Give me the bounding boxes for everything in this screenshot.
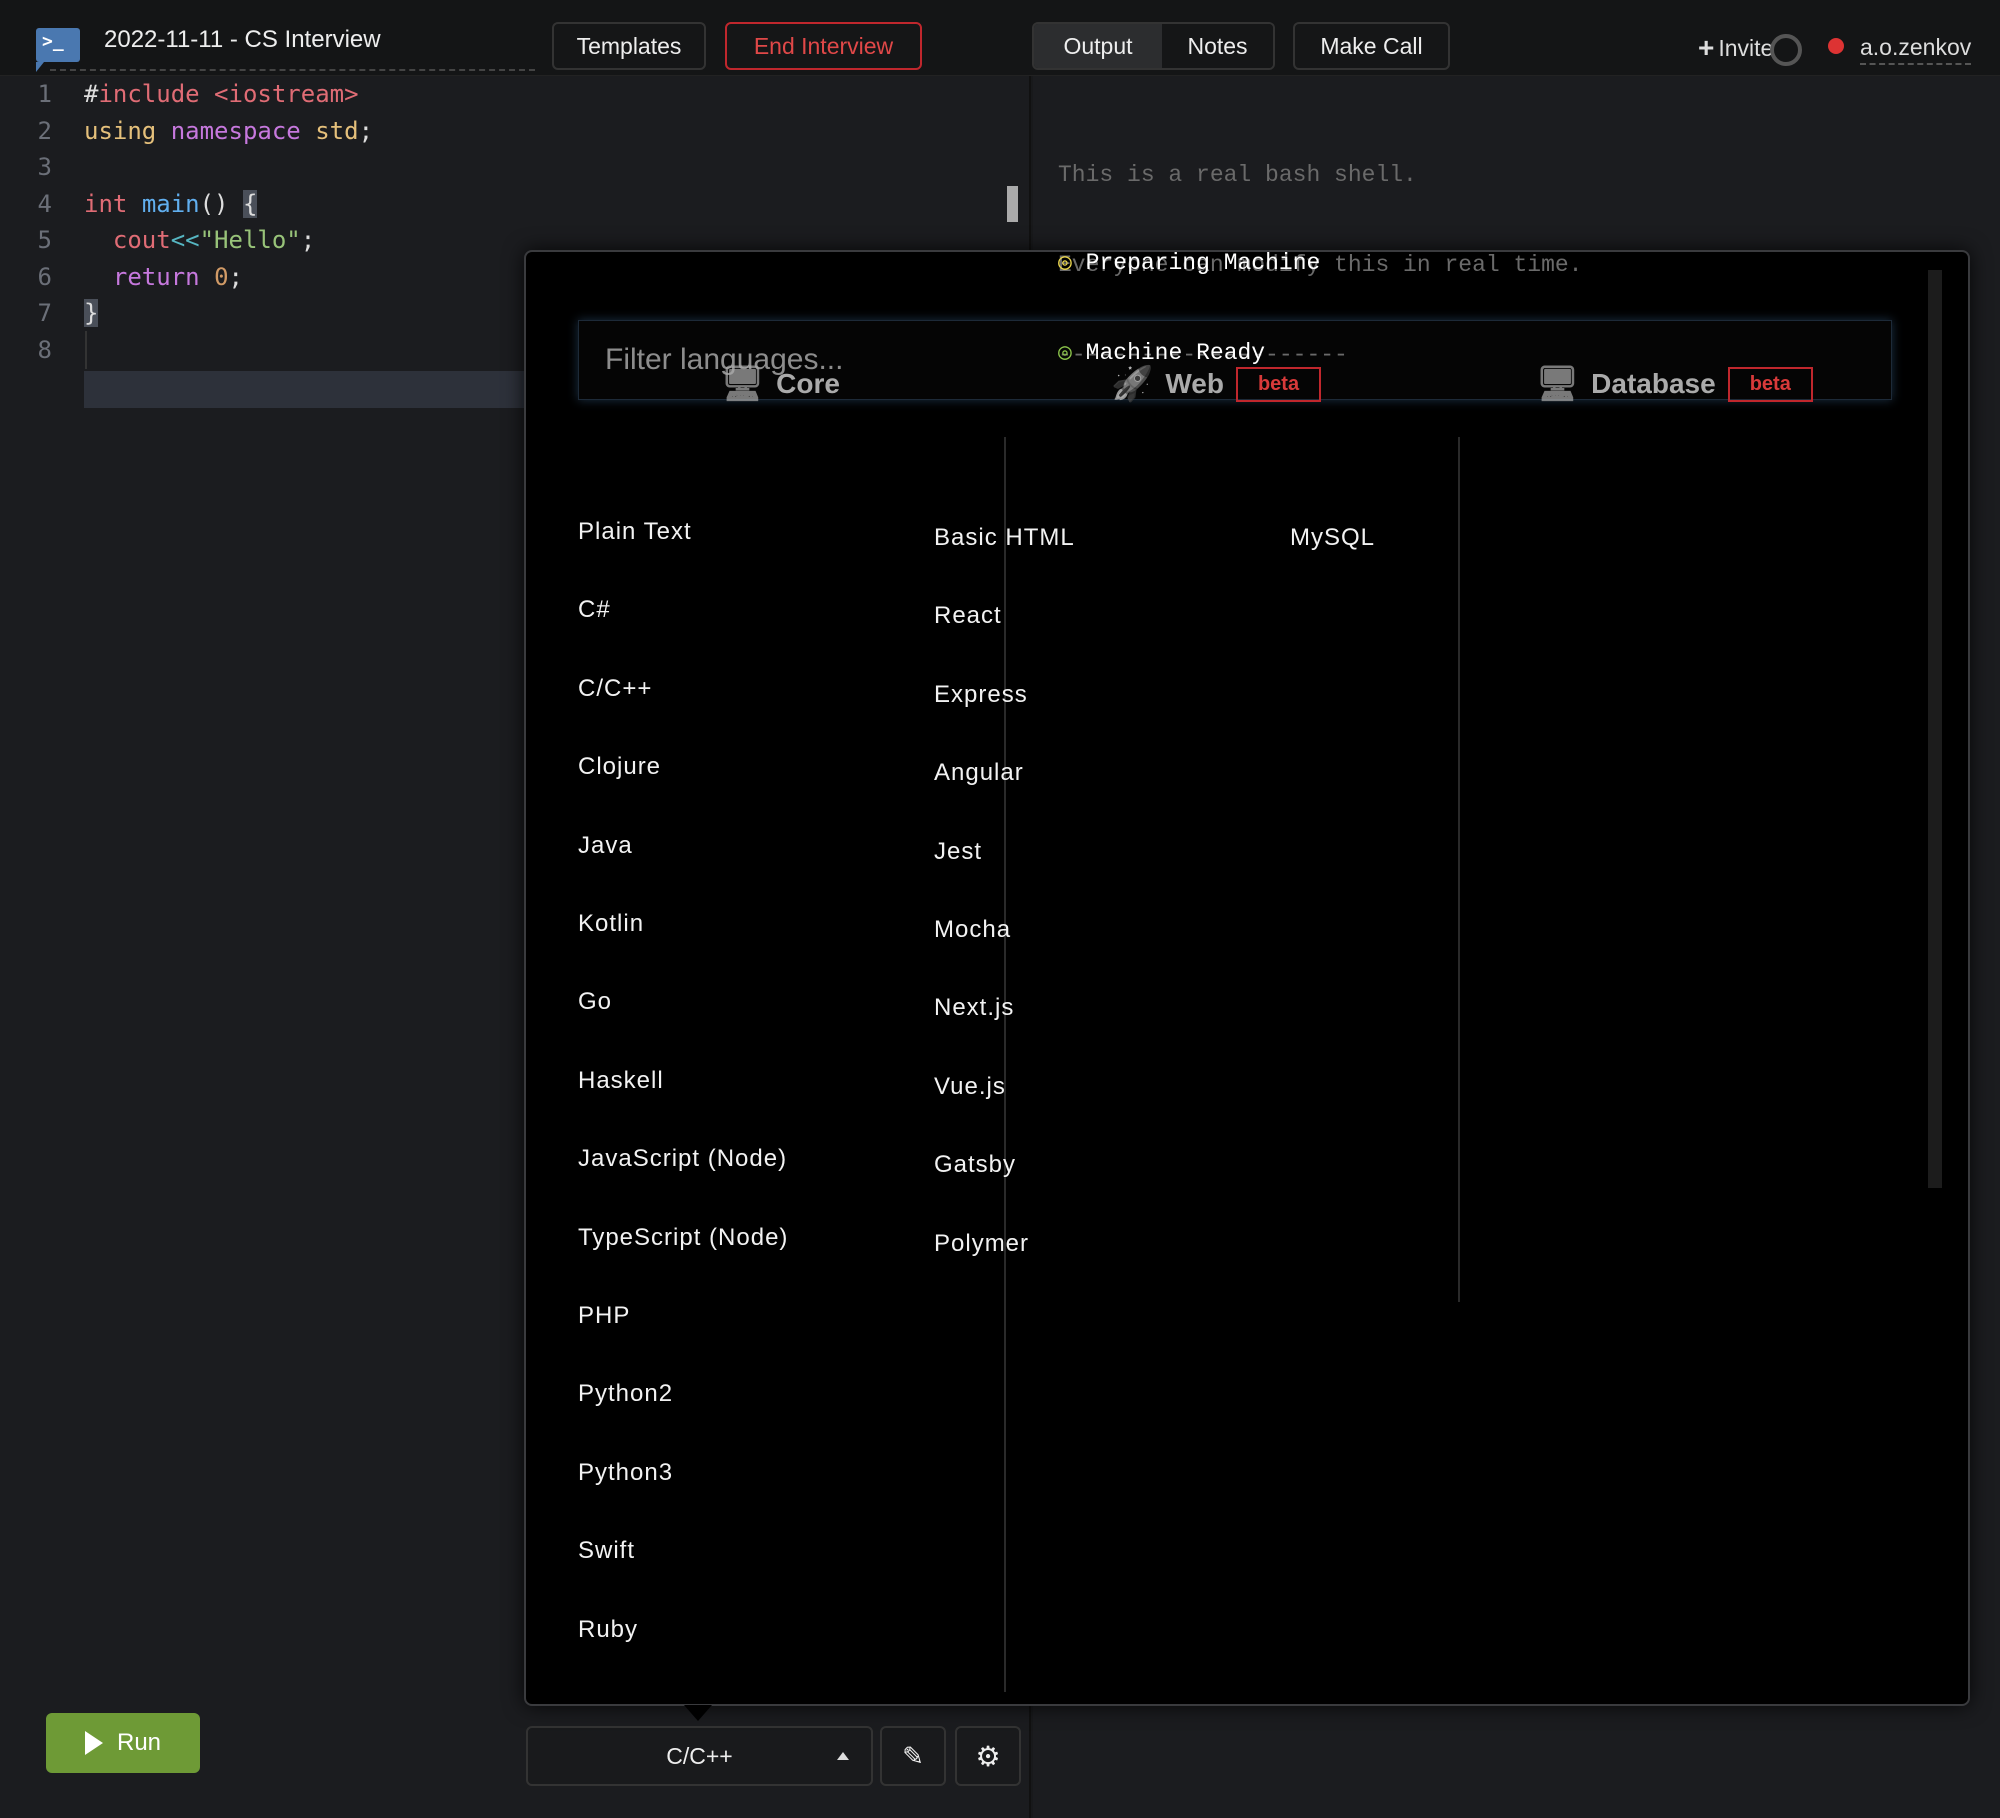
status-text: Preparing Machine xyxy=(1085,250,1321,276)
line-number: 4 xyxy=(37,189,52,218)
username[interactable]: a.o.zenkov xyxy=(1860,34,1972,65)
language-option[interactable]: PHP xyxy=(578,1302,630,1330)
language-option[interactable]: TypeScript (Node) xyxy=(578,1224,788,1252)
indent-guide xyxy=(85,331,87,369)
column-divider xyxy=(1004,437,1006,1692)
pencil-icon: ✎ xyxy=(902,1740,924,1771)
language-option[interactable]: Express xyxy=(934,681,1028,709)
tab-notes[interactable]: Notes xyxy=(1162,24,1273,68)
code-line[interactable]: int main() { xyxy=(84,186,258,223)
popup-pointer xyxy=(684,1705,712,1721)
line-number: 2 xyxy=(37,116,52,145)
edit-button[interactable]: ✎ xyxy=(880,1726,946,1786)
selected-language: C/C++ xyxy=(666,1742,733,1769)
language-option[interactable]: React xyxy=(934,602,1002,630)
column-header-core: 🖥 Core xyxy=(721,364,840,404)
toggle-icon[interactable] xyxy=(1770,34,1802,66)
code-line[interactable]: using namespace std; xyxy=(84,113,373,150)
language-option[interactable]: Ruby xyxy=(578,1616,638,1644)
templates-button[interactable]: Templates xyxy=(552,22,706,70)
recording-dot-icon xyxy=(1828,38,1844,54)
language-option[interactable]: Swift xyxy=(578,1537,635,1565)
run-label: Run xyxy=(116,1729,162,1756)
status-text: Machine Ready xyxy=(1085,340,1266,366)
status-ring-icon: ◎ xyxy=(1058,340,1072,366)
line-number: 1 xyxy=(37,80,52,108)
end-interview-button[interactable]: End Interview xyxy=(725,22,922,70)
language-option[interactable]: Go xyxy=(578,988,612,1016)
status-ring-icon: ◎ xyxy=(1058,250,1072,276)
editor-scrollbar[interactable] xyxy=(1007,186,1018,222)
status-list: ◎ Preparing Machine ◎ Machine Ready xyxy=(1058,188,1320,398)
language-select[interactable]: C/C++ xyxy=(526,1726,873,1786)
intro-line: This is a real bash shell. xyxy=(1058,162,1417,188)
column-divider xyxy=(1458,437,1460,1302)
language-option[interactable]: Java xyxy=(578,832,633,860)
invite-label: Invite xyxy=(1718,34,1774,61)
language-option[interactable]: Python3 xyxy=(578,1459,673,1487)
line-number: 3 xyxy=(37,153,52,181)
language-option[interactable]: C# xyxy=(578,596,611,624)
language-option[interactable]: Polymer xyxy=(934,1230,1029,1258)
language-option[interactable]: Haskell xyxy=(578,1067,664,1095)
line-number: 8 xyxy=(37,335,52,364)
invite-button[interactable]: + Invite xyxy=(1698,32,1773,64)
make-call-button[interactable]: Make Call xyxy=(1293,22,1450,70)
beta-badge: beta xyxy=(1727,366,1813,402)
output-notes-tabs: Output Notes xyxy=(1032,22,1275,70)
language-picker-popup: 🖥 Core Plain Text C# C/C++ Clojure Java Kotlin G… xyxy=(524,250,1970,1706)
active-line-highlight xyxy=(84,371,524,408)
gear-icon: ⚙ xyxy=(975,1740,1001,1772)
plus-icon: + xyxy=(1698,32,1715,63)
language-option[interactable]: Mocha xyxy=(934,916,1011,944)
language-option[interactable]: MySQL xyxy=(1290,524,1375,552)
language-option[interactable]: Python2 xyxy=(578,1380,673,1408)
interview-title[interactable]: 2022-11-11 - CS Interview xyxy=(104,26,381,54)
language-option[interactable]: Vue.js xyxy=(934,1073,1006,1101)
computer-code-gear-icon: 🖥 xyxy=(721,365,765,403)
language-option[interactable]: Basic HTML xyxy=(934,524,1075,552)
popup-scrollbar[interactable] xyxy=(1928,270,1942,1188)
caret-up-icon xyxy=(837,1752,849,1760)
column-title: Core xyxy=(776,368,840,399)
language-option[interactable]: Angular xyxy=(934,759,1024,787)
language-option[interactable]: Next.js xyxy=(934,994,1014,1022)
language-option[interactable]: Plain Text xyxy=(578,518,692,546)
line-number: 7 xyxy=(37,299,52,327)
code-line[interactable]: cout<<"Hello"; xyxy=(84,222,315,259)
terminal-logo-icon: >_ xyxy=(36,28,80,72)
settings-button[interactable]: ⚙ xyxy=(955,1726,1021,1786)
language-option[interactable]: JavaScript (Node) xyxy=(578,1145,787,1173)
code-line[interactable]: #include <iostream> xyxy=(84,76,359,113)
play-icon xyxy=(84,1731,103,1755)
line-number: 6 xyxy=(37,262,52,291)
code-line[interactable]: } xyxy=(84,295,99,332)
column-title: Database xyxy=(1591,368,1716,399)
top-bar: >_ 2022-11-11 - CS Interview Templates E… xyxy=(0,0,2000,76)
code-line[interactable]: return 0; xyxy=(84,259,243,296)
title-underline xyxy=(50,69,535,71)
language-option[interactable]: Jest xyxy=(934,838,982,866)
language-option[interactable]: Kotlin xyxy=(578,910,644,938)
language-option[interactable]: Gatsby xyxy=(934,1151,1016,1179)
tab-output[interactable]: Output xyxy=(1034,24,1162,68)
language-option[interactable]: C/C++ xyxy=(578,675,652,703)
run-button[interactable]: Run xyxy=(46,1713,200,1773)
language-option[interactable]: Clojure xyxy=(578,753,661,781)
line-number: 5 xyxy=(37,226,52,254)
